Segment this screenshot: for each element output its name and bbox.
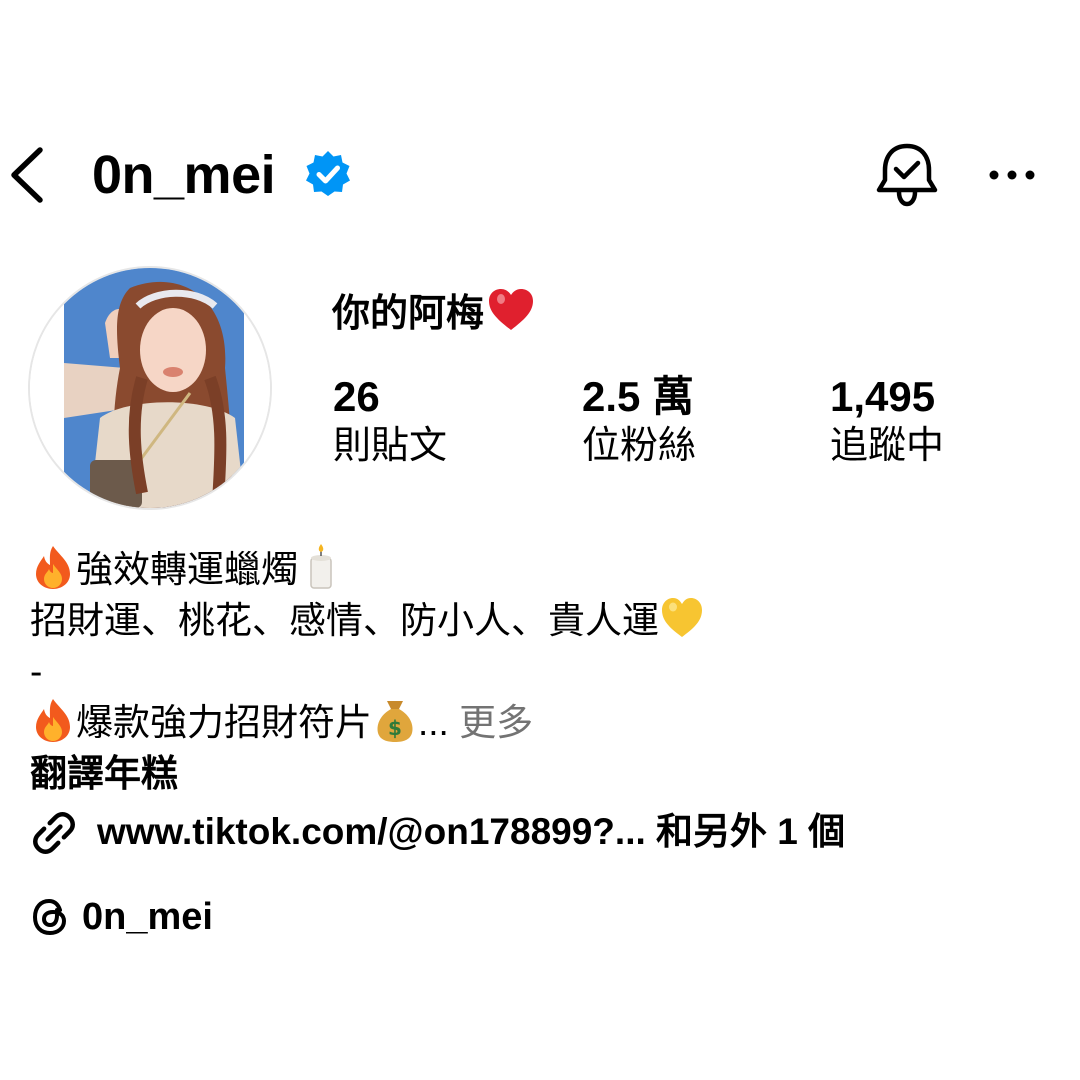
bio-line-1: 強效轉運蠟燭 (30, 544, 1060, 595)
candle-icon (310, 544, 332, 589)
more-options-button[interactable] (986, 158, 1038, 192)
fire-icon (36, 546, 70, 589)
money-bag-icon: $ (377, 701, 413, 742)
bio-line-3: - (30, 651, 43, 692)
threads-handle[interactable]: 0n_mei (82, 892, 213, 942)
posts-count-value: 26 (333, 373, 380, 420)
notifications-button[interactable] (874, 140, 940, 210)
display-name: 你的阿梅 (332, 286, 536, 339)
posts-count-label: 則貼文 (333, 425, 448, 467)
ellipsis-icon (989, 170, 1035, 180)
back-button[interactable] (6, 146, 46, 204)
profile-page: 0n_mei 你的阿梅 26 則貼文 2.5 萬 位粉絲 1,495 追蹤中 強… (0, 0, 1080, 1080)
followers-count[interactable]: 2.5 萬 位粉絲 (582, 372, 696, 470)
chevron-left-icon (11, 147, 43, 203)
bio-ellipsis: ... (418, 702, 449, 743)
bio-line-2: 招財運、桃花、感情、防小人、貴人運 (30, 595, 1060, 646)
profile-avatar[interactable] (28, 266, 272, 510)
translate-link[interactable]: 翻譯年糕 (30, 748, 1060, 799)
profile-bio: 強效轉運蠟燭 招財運、桃花、感情、防小人、貴人運 - 爆款強力招財符片 $ ..… (30, 544, 1060, 799)
bio-line-1-text: 強效轉運蠟燭 (76, 549, 298, 590)
following-count-value: 1,495 (830, 373, 936, 420)
threads-icon (32, 898, 67, 936)
following-count[interactable]: 1,495 追蹤中 (830, 372, 944, 470)
bio-line-4: 爆款強力招財符片 $ ... 更多 (30, 697, 1060, 748)
followers-count-label: 位粉絲 (582, 425, 697, 467)
display-name-text: 你的阿梅 (332, 293, 485, 335)
following-count-label: 追蹤中 (830, 425, 945, 467)
bio-line-2-text: 招財運、桃花、感情、防小人、貴人運 (30, 600, 659, 641)
fire-icon (36, 699, 70, 742)
heart-icon (489, 289, 534, 330)
bio-line-4-text: 爆款強力招財符片 (76, 702, 372, 743)
profile-username: 0n_mei (92, 145, 276, 205)
bell-check-icon (876, 143, 938, 207)
followers-count-value: 2.5 萬 (582, 373, 695, 420)
external-link-text[interactable]: www.tiktok.com/@on178899?... 和另外 1 個 (97, 806, 845, 858)
link-icon (33, 812, 75, 854)
verified-badge-icon (306, 151, 350, 196)
yellow-heart-icon (662, 598, 702, 637)
bio-more-link[interactable]: 更多 (459, 702, 533, 743)
posts-count[interactable]: 26 則貼文 (333, 372, 447, 470)
avatar-photo (30, 268, 270, 508)
svg-text:$: $ (388, 716, 402, 740)
